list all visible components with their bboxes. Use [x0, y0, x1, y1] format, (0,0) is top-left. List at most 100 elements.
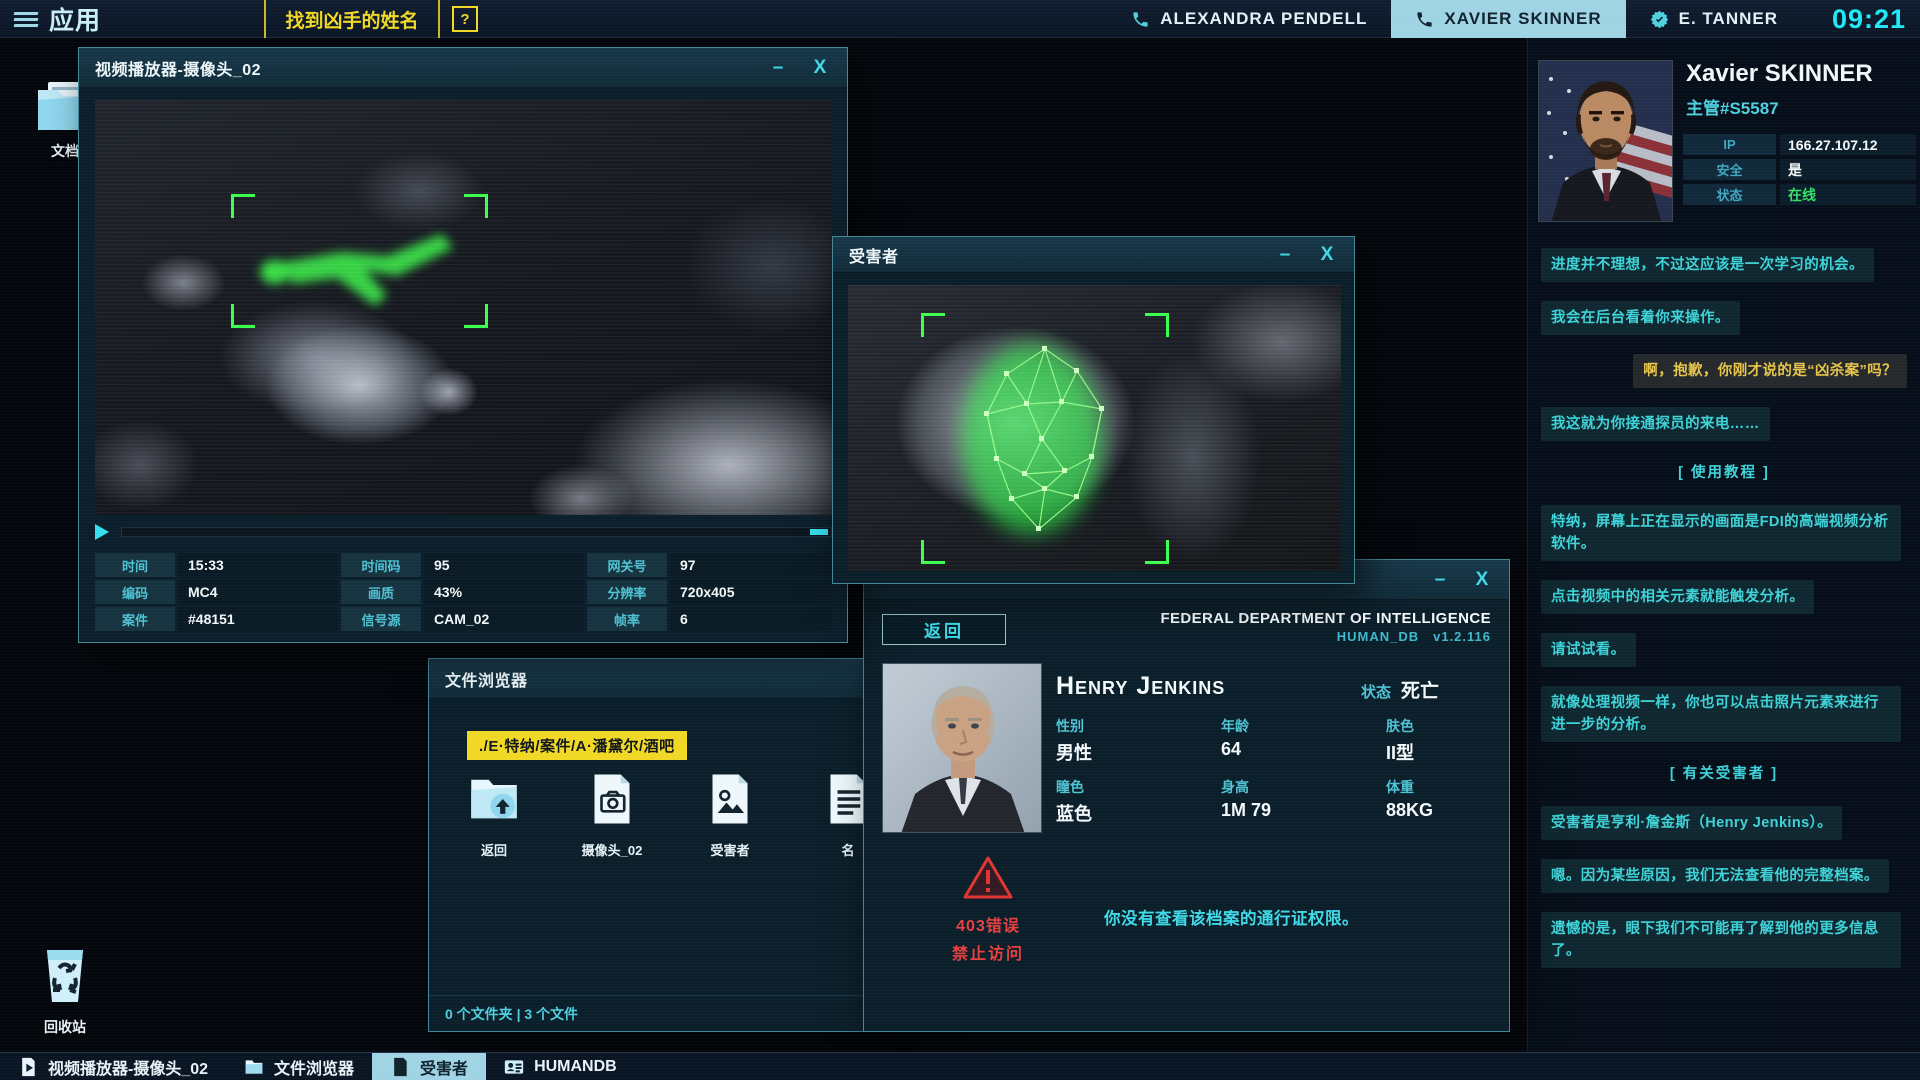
window-titlebar[interactable]: 受害者 – X: [833, 237, 1354, 273]
face-scan-region[interactable]: [927, 319, 1163, 558]
window-titlebar[interactable]: 文件浏览器: [429, 659, 907, 699]
chat-message: 嗯。因为某些原因，我们无法查看他的完整档案。: [1541, 859, 1889, 893]
clock: 09:21: [1832, 0, 1906, 38]
field-label: 年龄: [1221, 716, 1386, 736]
field-value: 男性: [1056, 739, 1221, 765]
chat-message: 啊，抱歉，你刚才说的是“凶杀案”吗？: [1633, 354, 1907, 388]
contact-tab-alexandra-pendell[interactable]: ALEXANDRA PENDELL: [1107, 0, 1391, 38]
face-mesh-overlay: [927, 319, 1163, 558]
messenger-sidebar: Xavier SKINNER 主管#S5587 IP166.27.107.12安…: [1527, 38, 1920, 1052]
taskbar-item[interactable]: 文件浏览器: [226, 1053, 372, 1080]
scan-bracket: [1145, 540, 1169, 564]
contact-tab-xavier-skinner[interactable]: XAVIER SKINNER: [1391, 0, 1625, 38]
person-photo[interactable]: [882, 663, 1042, 833]
surveillance-video[interactable]: [95, 100, 832, 515]
id-card-icon: [504, 1057, 524, 1077]
minimize-button[interactable]: –: [761, 53, 795, 83]
seek-bar[interactable]: [121, 527, 832, 537]
chat-message: 我会在后台看着你来操作。: [1541, 301, 1740, 335]
person-field: 瞳色蓝色: [1056, 777, 1221, 826]
minimize-button[interactable]: –: [1268, 240, 1302, 270]
file-item-label: 摄像头_02: [577, 840, 647, 859]
meta-value: 97: [670, 553, 831, 577]
apps-menu-label: 应用: [49, 1, 101, 37]
meta-value: MC4: [178, 580, 338, 604]
meta-value: 6: [670, 607, 831, 631]
meta-label: 画质: [341, 580, 421, 604]
person-field: 体重88KG: [1386, 777, 1496, 826]
meta-value: 720x405: [670, 580, 831, 604]
chat-log: 进度并不理想，不过这应该是一次学习的机会。我会在后台看着你来操作。啊，抱歉，你刚…: [1541, 248, 1907, 968]
taskbar: 视频播放器-摄像头_02文件浏览器受害者HUMANDB: [0, 1052, 1920, 1080]
file-item-folder-up[interactable]: 返回: [459, 771, 529, 859]
meta-label: 网关号: [587, 553, 667, 577]
chat-message: 受害者是亨利·詹金斯（Henry Jenkins）。: [1541, 806, 1842, 840]
body-highlight-region[interactable]: [237, 200, 482, 322]
error-message: 你没有查看该档案的通行证权限。: [1104, 905, 1434, 929]
camera-file-icon: [584, 771, 640, 827]
file-item-image-file[interactable]: 受害者: [695, 771, 765, 859]
person-fields: 性别男性年龄 64肤色 II型瞳色蓝色身高1M 79体重88KG: [1056, 716, 1496, 826]
meta-label: 时间: [95, 553, 175, 577]
apps-menu-button[interactable]: 应用: [14, 0, 101, 38]
file-item-label: 返回: [459, 840, 529, 859]
desktop-icon-label: 回收站: [22, 1017, 108, 1037]
info-label: IP: [1683, 134, 1776, 155]
field-label: 瞳色: [1056, 777, 1221, 797]
round-table: [265, 325, 455, 445]
video-file-icon: [18, 1057, 38, 1077]
meta-value: #48151: [178, 607, 338, 631]
field-label: 身高: [1221, 777, 1386, 797]
meta-value: CAM_02: [424, 607, 584, 631]
field-label: 肤色: [1386, 716, 1496, 736]
meta-value: 15:33: [178, 553, 338, 577]
scan-bracket: [921, 540, 945, 564]
victim-photo[interactable]: [848, 285, 1341, 571]
help-button[interactable]: ?: [452, 6, 478, 32]
field-value: 64: [1221, 739, 1386, 760]
file-item-label: 受害者: [695, 840, 765, 859]
phone-icon: [1415, 10, 1434, 29]
error-403-block: 403错误 禁止访问: [928, 855, 1048, 964]
field-value: II型: [1386, 739, 1496, 765]
status-label: 状态: [1361, 681, 1391, 702]
desktop-icon-recycle-bin[interactable]: 回收站: [22, 944, 108, 1037]
chat-message: 特纳，屏幕上正在显示的画面是FDI的高端视频分析软件。: [1541, 505, 1901, 561]
taskbar-item[interactable]: 受害者: [372, 1053, 486, 1080]
status-value: 死亡: [1401, 676, 1439, 703]
taskbar-item[interactable]: 视频播放器-摄像头_02: [0, 1053, 226, 1080]
meta-label: 时间码: [341, 553, 421, 577]
window-title: 文件浏览器: [429, 667, 528, 691]
back-button[interactable]: 返回: [882, 614, 1006, 645]
contact-tab-e-tanner[interactable]: E. TANNER: [1626, 0, 1802, 38]
field-label: 性别: [1056, 716, 1221, 736]
scan-bracket: [231, 194, 255, 218]
close-icon[interactable]: X: [1310, 240, 1344, 270]
person-field: 年龄 64: [1221, 716, 1386, 765]
image-file-dark-icon: [390, 1057, 410, 1077]
divider: [438, 0, 440, 38]
henry-jenkins-portrait: [883, 664, 1042, 833]
breadcrumb: ./E·特纳/案件/A·潘黛尔/酒吧: [467, 731, 687, 760]
error-label: 禁止访问: [928, 940, 1048, 964]
field-label: 体重: [1386, 777, 1496, 797]
window-titlebar[interactable]: 视频播放器-摄像头_02 – X: [79, 48, 847, 88]
close-icon[interactable]: X: [803, 53, 837, 83]
app-name: HUMAN_DB: [1337, 629, 1419, 644]
scan-bracket: [464, 304, 488, 328]
person-field: 身高1M 79: [1221, 777, 1386, 826]
minimize-button[interactable]: –: [1423, 565, 1457, 595]
chat-message: 点击视频中的相关元素就能触发分析。: [1541, 580, 1814, 614]
info-value: 在线: [1780, 184, 1916, 205]
recycle-bin-icon: [39, 944, 91, 1008]
error-code: 403错误: [928, 912, 1048, 936]
taskbar-item[interactable]: HUMANDB: [486, 1053, 635, 1080]
file-item-camera-file[interactable]: 摄像头_02: [577, 771, 647, 859]
play-button[interactable]: [95, 524, 109, 540]
contact-tabs: ALEXANDRA PENDELLXAVIER SKINNERE. TANNER: [1107, 0, 1802, 38]
close-icon[interactable]: X: [1465, 565, 1499, 595]
humandb-window: HUMANDB – X 返回 FEDERAL DEPARTMENT OF INT…: [863, 559, 1510, 1032]
game-screen: 应用 找到凶手的姓名 ? ALEXANDRA PENDELLXAVIER SKI…: [0, 0, 1920, 1080]
field-value: 蓝色: [1056, 800, 1221, 826]
meta-label: 案件: [95, 607, 175, 631]
